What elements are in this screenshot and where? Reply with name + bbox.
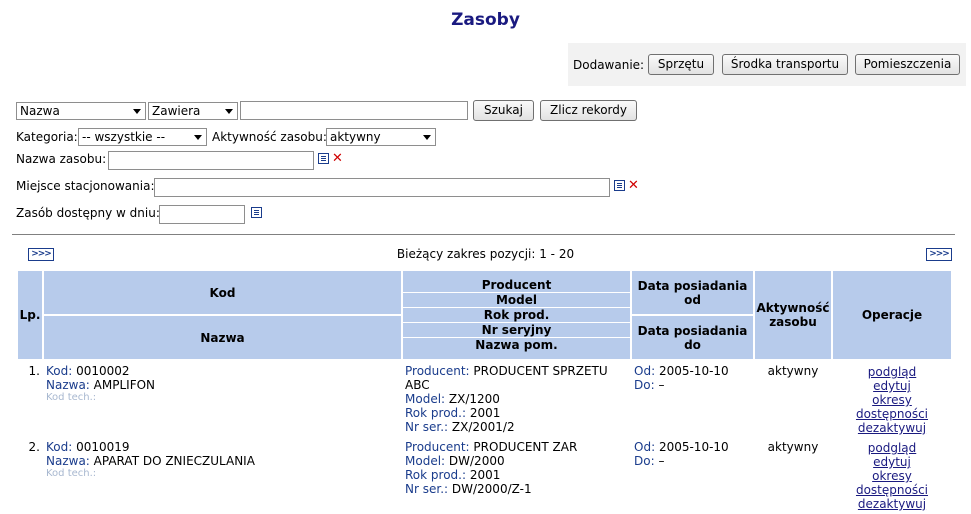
header-producent: Producent xyxy=(403,278,630,293)
nazwa-value: AMPLIFON xyxy=(93,378,156,392)
divider xyxy=(12,234,955,235)
page-title: Zasoby xyxy=(451,10,520,30)
calendar-icon[interactable] xyxy=(251,207,262,218)
od-label: Od: xyxy=(634,440,656,454)
activity-label: Aktywność zasobu: xyxy=(212,130,327,144)
od-label: Od: xyxy=(634,364,656,378)
search-input[interactable] xyxy=(240,101,468,120)
add-equipment-button[interactable]: Sprzętu xyxy=(648,54,714,75)
page-next-button[interactable]: >>> xyxy=(926,248,952,261)
kod-tech-label: Kod tech.: xyxy=(46,392,97,403)
kod-label: Kod: xyxy=(46,440,73,454)
row-lp: 2. xyxy=(18,437,42,511)
nazwa-label: Nazwa: xyxy=(46,378,90,392)
availability-periods-link[interactable]: okresy dostępności xyxy=(835,469,949,497)
producent-value: PRODUCENT ZAR xyxy=(473,440,578,454)
model-label: Model: xyxy=(405,454,446,468)
availability-periods-link[interactable]: okresy dostępności xyxy=(835,393,949,421)
header-data-do: Data posiadania do xyxy=(632,316,753,359)
range-text: Bieżący zakres pozycji: 1 - 20 xyxy=(396,247,575,261)
header-rok: Rok prod. xyxy=(403,308,630,323)
nazwa-label: Nazwa: xyxy=(46,454,90,468)
count-records-button[interactable]: Zlicz rekordy xyxy=(540,100,637,121)
chevron-down-icon xyxy=(225,109,233,114)
od-value: 2005-10-10 xyxy=(658,440,729,454)
category-select[interactable]: -- wszystkie -- xyxy=(78,128,207,146)
chevron-down-icon xyxy=(133,109,141,114)
header-nazwa: Nazwa xyxy=(44,316,401,359)
list-picker-icon[interactable] xyxy=(614,180,625,191)
producent-label: Producent: xyxy=(405,440,470,454)
edit-link[interactable]: edytuj xyxy=(835,455,949,469)
deactivate-link[interactable]: dezaktywuj xyxy=(835,421,949,435)
resource-name-input[interactable] xyxy=(108,151,314,170)
header-aktywnosc: Aktywność zasobu xyxy=(755,271,831,359)
row-lp: 1. xyxy=(18,361,42,435)
header-kod: Kod xyxy=(44,271,401,314)
chevron-down-icon xyxy=(194,135,202,140)
rok-label: Rok prod.: xyxy=(405,468,467,482)
search-operator-select[interactable]: Zawiera xyxy=(148,102,238,120)
header-producent-group: Producent Model Rok prod. Nr seryjny Naz… xyxy=(403,271,630,359)
search-field-value: Nazwa xyxy=(20,104,60,118)
kod-value: 0010019 xyxy=(76,440,130,454)
rok-label: Rok prod.: xyxy=(405,406,467,420)
location-label: Miejsce stacjonowania: xyxy=(16,179,155,193)
do-value: – xyxy=(658,454,665,468)
nr-ser-value: DW/2000/Z-1 xyxy=(451,482,532,496)
model-label: Model: xyxy=(405,392,446,406)
add-room-button[interactable]: Pomieszczenia xyxy=(855,54,960,75)
view-link[interactable]: podgląd xyxy=(835,441,949,455)
location-input[interactable] xyxy=(154,178,610,197)
header-nazwa-pom: Nazwa pom. xyxy=(475,338,558,352)
od-value: 2005-10-10 xyxy=(658,364,729,378)
resource-name-label: Nazwa zasobu: xyxy=(16,152,107,166)
header-model: Model xyxy=(403,293,630,308)
search-button[interactable]: Szukaj xyxy=(473,100,534,121)
producent-label: Producent: xyxy=(405,364,470,378)
clear-icon[interactable]: ✕ xyxy=(628,179,639,192)
kod-label: Kod: xyxy=(46,364,73,378)
table-row: 1. Kod: 0010002 Nazwa: AMPLIFON Kod tech… xyxy=(18,361,951,435)
do-label: Do: xyxy=(634,454,655,468)
nr-ser-value: ZX/2001/2 xyxy=(451,420,515,434)
kod-tech-label: Kod tech.: xyxy=(46,468,97,479)
kod-value: 0010002 xyxy=(76,364,130,378)
resources-table: Lp. Kod Producent Model Rok prod. Nr ser… xyxy=(16,269,953,513)
activity-value: aktywny xyxy=(330,130,381,144)
category-value: -- wszystkie -- xyxy=(82,130,166,144)
view-link[interactable]: podgląd xyxy=(835,365,949,379)
list-picker-icon[interactable] xyxy=(318,153,329,164)
header-operacje: Operacje xyxy=(833,271,951,359)
clear-icon[interactable]: ✕ xyxy=(332,152,343,165)
add-transport-button[interactable]: Środka transportu xyxy=(722,54,848,75)
available-date-input[interactable] xyxy=(159,205,245,224)
edit-link[interactable]: edytuj xyxy=(835,379,949,393)
nr-ser-label: Nr ser.: xyxy=(405,482,449,496)
nr-ser-label: Nr ser.: xyxy=(405,420,449,434)
model-value: ZX/1200 xyxy=(448,392,500,406)
model-value: DW/2000 xyxy=(448,454,505,468)
rok-value: 2001 xyxy=(469,468,501,482)
available-date-label: Zasób dostępny w dniu: xyxy=(16,206,160,220)
chevron-down-icon xyxy=(423,135,431,140)
activity-select[interactable]: aktywny xyxy=(326,128,436,146)
do-value: – xyxy=(658,378,665,392)
table-row: 2. Kod: 0010019 Nazwa: APARAT DO ZNIECZU… xyxy=(18,437,951,511)
header-lp: Lp. xyxy=(18,271,42,359)
rok-value: 2001 xyxy=(469,406,501,420)
category-label: Kategoria: xyxy=(16,130,78,144)
status-value: aktywny xyxy=(755,437,831,511)
nazwa-value: APARAT DO ZNIECZULANIA xyxy=(93,454,255,468)
status-value: aktywny xyxy=(755,361,831,435)
deactivate-link[interactable]: dezaktywuj xyxy=(835,497,949,511)
search-field-select[interactable]: Nazwa xyxy=(16,102,146,120)
do-label: Do: xyxy=(634,378,655,392)
search-operator-value: Zawiera xyxy=(152,104,201,118)
header-nr: Nr seryjny xyxy=(403,323,630,338)
header-data-od: Data posiadania od xyxy=(632,271,753,314)
adding-label: Dodawanie: xyxy=(573,58,645,72)
